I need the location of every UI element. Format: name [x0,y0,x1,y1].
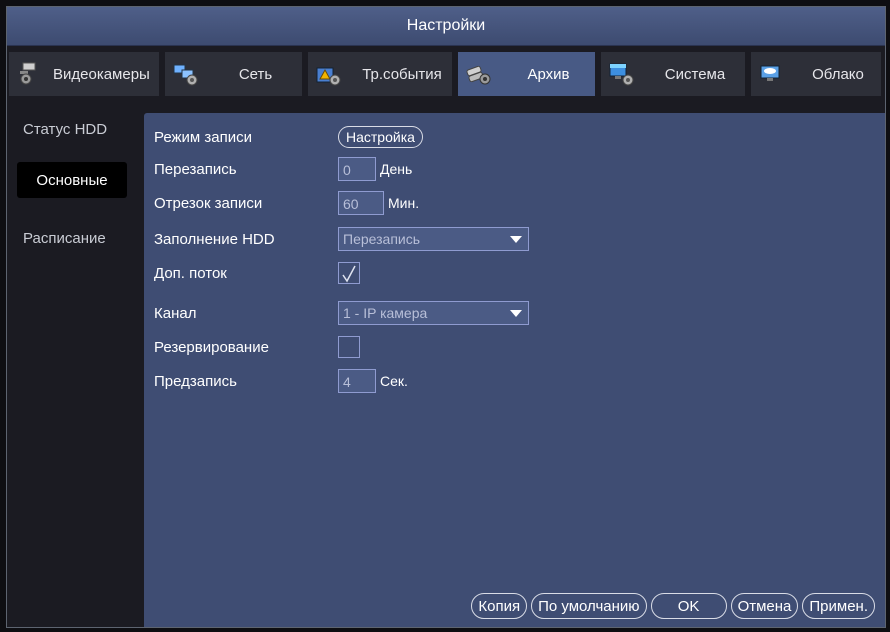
cloud-icon [760,65,780,81]
cancel-button[interactable]: Отмена [730,593,799,619]
overwrite-unit: День [380,161,413,177]
sidebar-item-label: Основные [36,171,108,189]
tab-label: Тр.события [362,65,442,83]
chevron-down-icon [510,236,522,243]
camera-settings-icon [20,62,36,85]
tab-network[interactable]: Сеть [165,52,302,96]
channel-label: Канал [154,304,197,322]
tab-archive[interactable]: Архив [458,52,595,96]
pre-record-unit: Сек. [380,373,408,389]
settings-window: Настройки Видеокамеры Сеть Тр.события Ар… [6,6,886,628]
sub-stream-row: Доп. поток [154,261,360,285]
tab-label: Система [664,65,726,83]
system-icon [609,63,634,86]
hdd-full-select[interactable]: Перезапись [338,227,529,251]
default-button[interactable]: По умолчанию [531,593,647,619]
segment-label: Отрезок записи [154,194,263,212]
pre-record-label: Предзапись [154,372,237,390]
sidebar: Статус HDD Основные Расписание [7,112,140,627]
ok-button[interactable]: OK [650,593,727,619]
tab-label: Видеокамеры [53,65,150,83]
network-icon [173,64,198,86]
hdd-full-value: Перезапись [343,231,421,247]
sidebar-item-label: Статус HDD [23,120,108,138]
tab-label: Архив [527,65,570,83]
channel-row: Канал 1 - IP камера [154,301,529,325]
main-tabs: Видеокамеры Сеть Тр.события Архив Систем… [7,52,885,98]
record-mode-setup-button[interactable]: Настройка [338,126,423,148]
sidebar-item-schedule[interactable]: Расписание [7,220,140,256]
backup-row: Резервирование [154,335,360,359]
segment-unit: Мин. [388,195,420,211]
backup-label: Резервирование [154,338,269,356]
window-title: Настройки [7,7,885,46]
channel-select[interactable]: 1 - IP камера [338,301,529,325]
record-mode-label: Режим записи [154,128,253,146]
overwrite-row: Перезапись 0 День [154,157,412,181]
pre-record-row: Предзапись 4 Сек. [154,369,408,393]
segment-row: Отрезок записи 60 Мин. [154,191,419,215]
tab-label: Сеть [238,65,273,83]
hdd-full-label: Заполнение HDD [154,230,275,248]
tab-cameras[interactable]: Видеокамеры [9,52,159,96]
tab-cloud[interactable]: Облако [751,52,881,96]
backup-checkbox[interactable] [338,336,360,358]
pre-record-input[interactable]: 4 [338,369,376,393]
overwrite-days-input[interactable]: 0 [338,157,376,181]
sub-stream-label: Доп. поток [154,264,227,282]
overwrite-label: Перезапись [154,160,237,178]
settings-panel: Режим записи Настройка Перезапись 0 День… [144,113,885,627]
tab-label: Облако [812,65,864,83]
sidebar-item-general[interactable]: Основные [17,162,127,198]
segment-length-input[interactable]: 60 [338,191,384,215]
sidebar-item-label: Расписание [23,229,106,247]
chevron-down-icon [510,310,522,317]
record-mode-row: Режим записи Настройка [154,125,423,149]
alarm-events-icon [316,67,341,86]
hdd-full-row: Заполнение HDD Перезапись [154,227,529,251]
checkmark-icon [342,265,356,283]
copy-button[interactable]: Копия [471,593,528,619]
sub-stream-checkbox[interactable] [338,262,360,284]
tab-events[interactable]: Тр.события [308,52,452,96]
archive-storage-icon [466,65,491,85]
footer-buttons: Копия По умолчанию OK Отмена Примен. [471,593,875,619]
tab-system[interactable]: Система [601,52,745,96]
sidebar-item-hdd-status[interactable]: Статус HDD [7,112,140,146]
apply-button[interactable]: Примен. [802,593,875,619]
channel-value: 1 - IP камера [343,305,428,321]
